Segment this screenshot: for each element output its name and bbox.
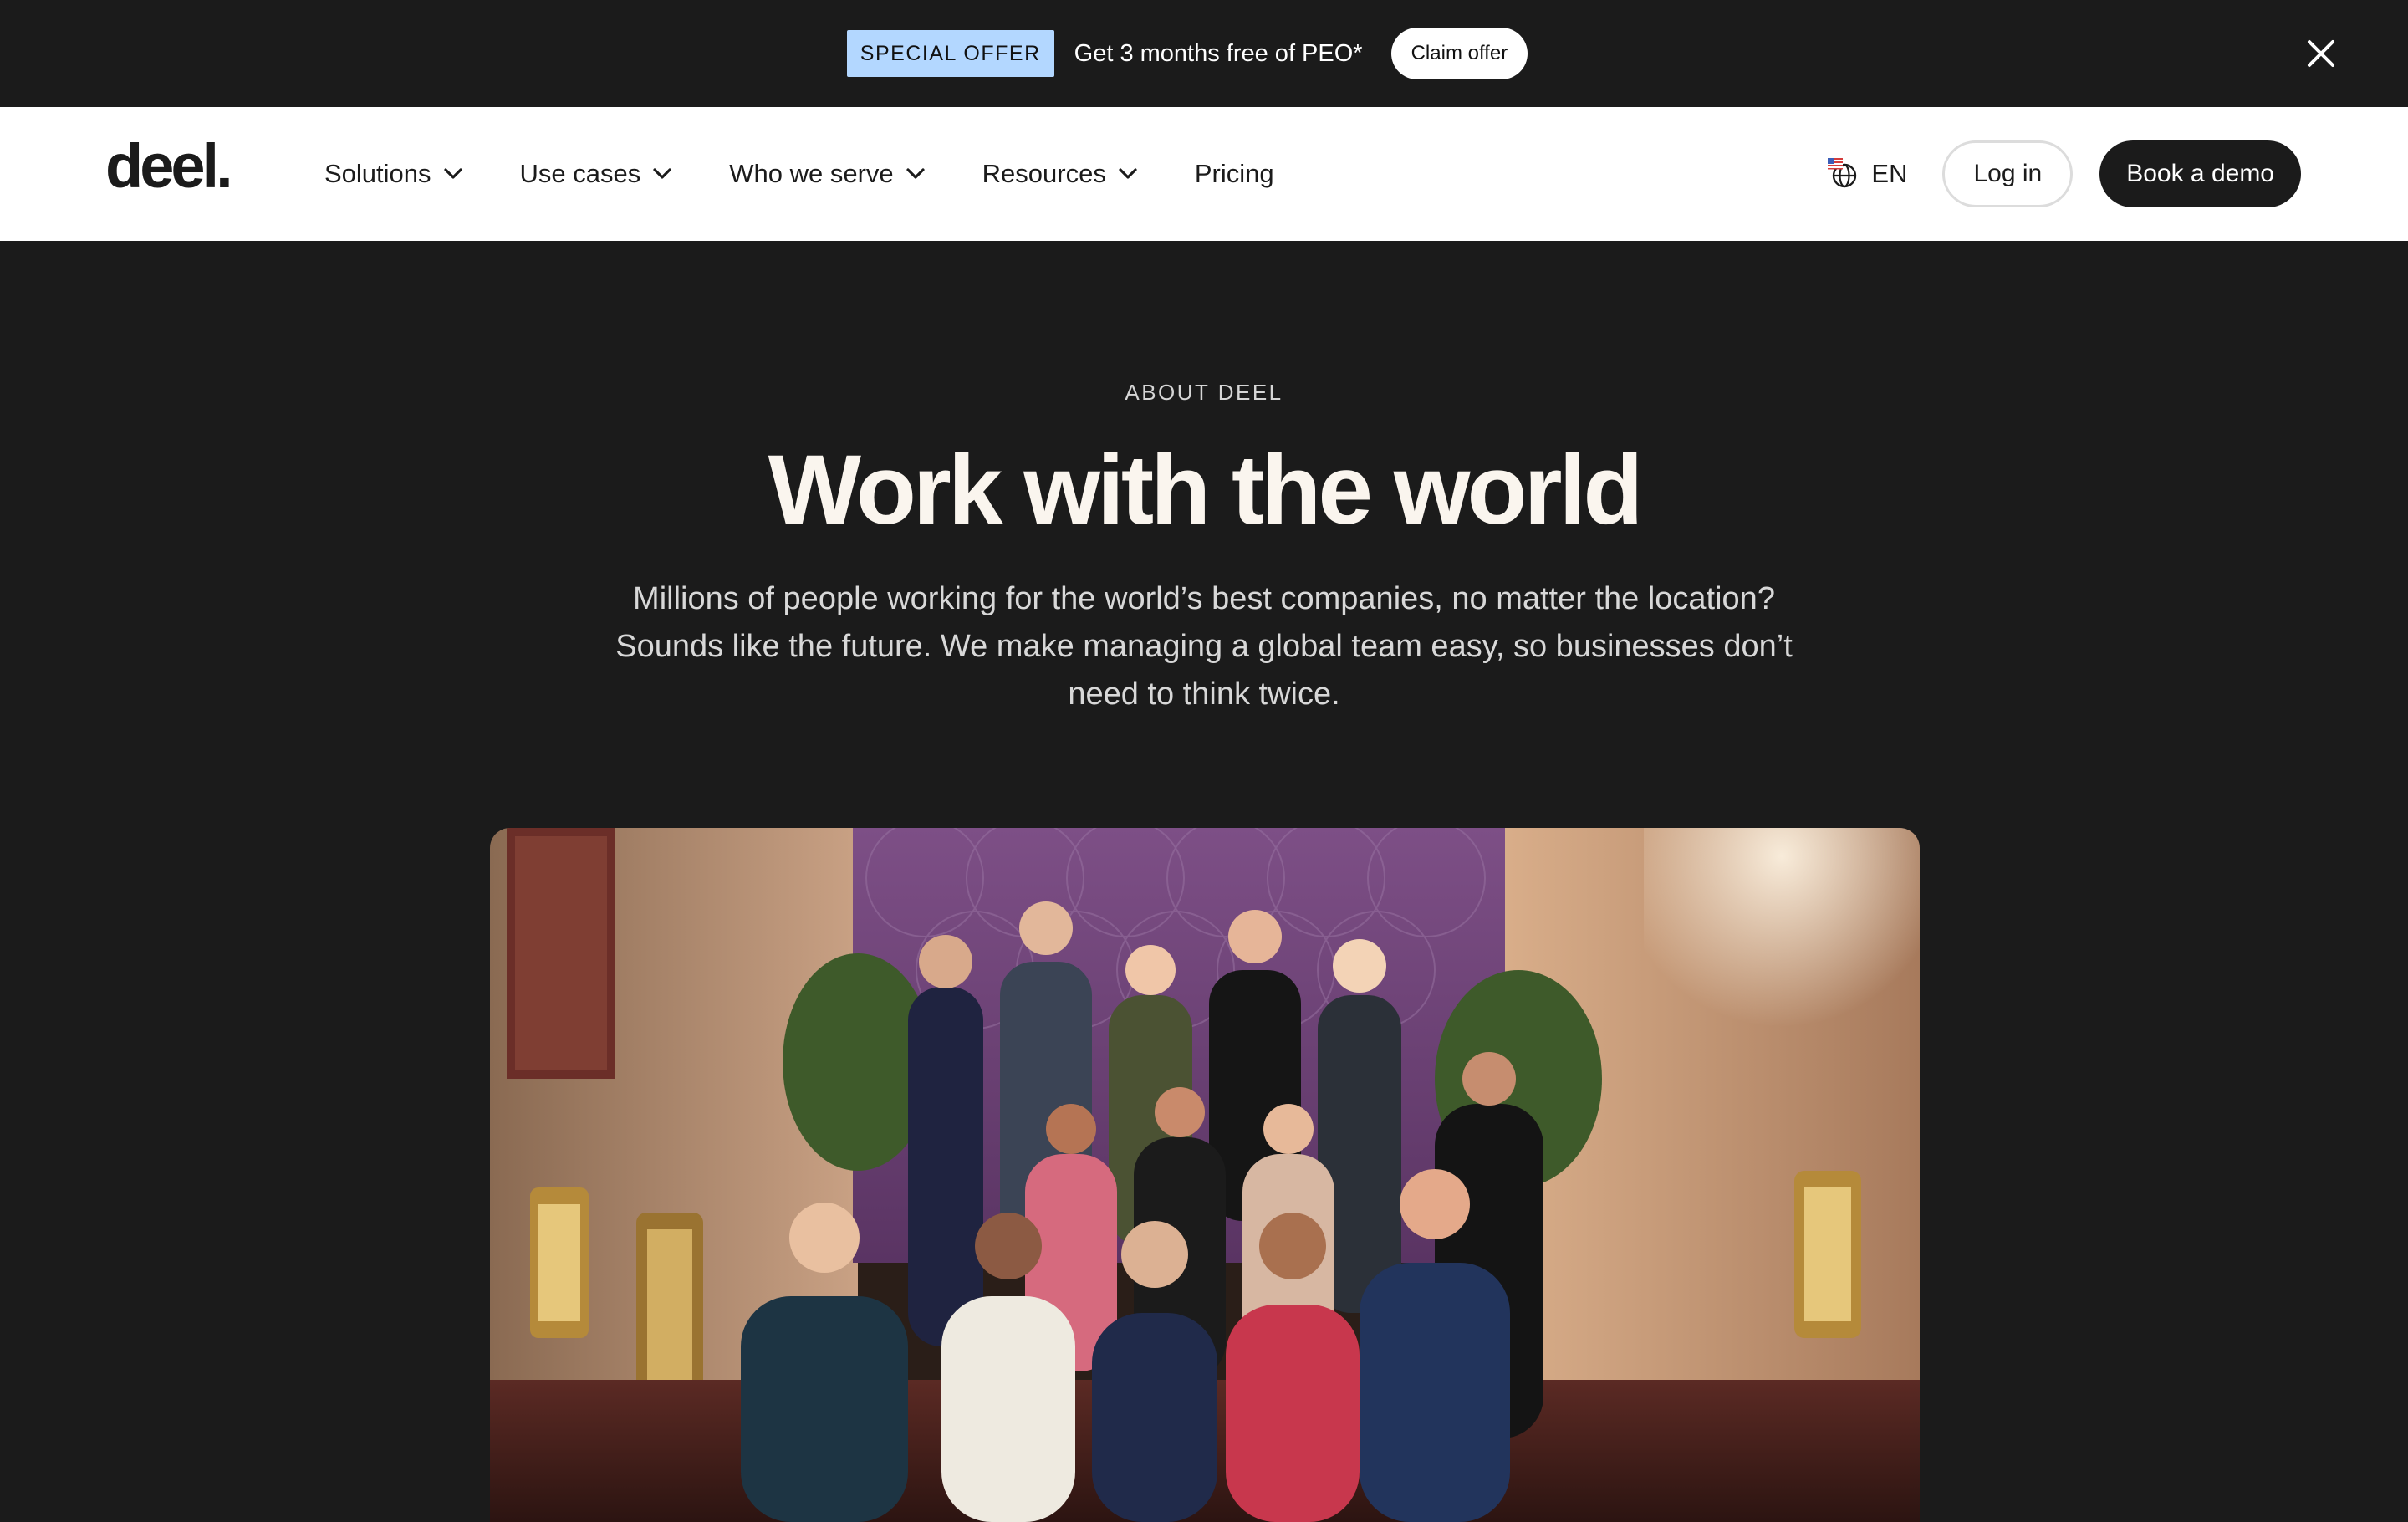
nav-item-label: Pricing <box>1194 159 1274 188</box>
special-offer-badge: SPECIAL OFFER <box>846 30 1054 77</box>
book-demo-button[interactable]: Book a demo <box>2099 140 2301 207</box>
nav-item-pricing[interactable]: Pricing <box>1195 159 1274 189</box>
promo-content: SPECIAL OFFER Get 3 months free of PEO* … <box>846 28 1528 79</box>
nav-item-label: Who we serve <box>729 159 894 188</box>
main-nav: deel. Solutions Use cases Who we serve R… <box>0 107 2408 241</box>
nav-item-label: Solutions <box>324 159 431 188</box>
chevron-down-icon <box>906 167 926 181</box>
promo-text: Get 3 months free of PEO* <box>1074 39 1363 67</box>
log-in-button[interactable]: Log in <box>1942 140 2074 207</box>
deel-logo[interactable]: deel. <box>105 135 233 197</box>
nav-item-label: Use cases <box>519 159 641 188</box>
claim-offer-button[interactable]: Claim offer <box>1390 28 1528 79</box>
hero-subtitle: Millions of people working for the world… <box>615 581 1793 712</box>
promo-banner: SPECIAL OFFER Get 3 months free of PEO* … <box>0 0 2408 107</box>
globe-flag-icon <box>1828 158 1860 190</box>
chevron-down-icon <box>652 167 672 181</box>
nav-actions: EN Log in Book a demo <box>1828 107 2301 241</box>
close-icon[interactable] <box>2304 37 2338 70</box>
language-label: EN <box>1871 159 1908 188</box>
nav-item-use-cases[interactable]: Use cases <box>520 159 673 189</box>
chevron-down-icon <box>1118 167 1138 181</box>
nav-item-resources[interactable]: Resources <box>982 159 1138 189</box>
nav-item-label: Resources <box>982 159 1106 188</box>
chevron-down-icon <box>443 167 463 181</box>
team-photo <box>490 828 1920 1522</box>
nav-links: Solutions Use cases Who we serve Resourc… <box>324 107 1274 241</box>
hero-title: Work with the world <box>768 435 1644 545</box>
nav-item-solutions[interactable]: Solutions <box>324 159 463 189</box>
nav-item-who-we-serve[interactable]: Who we serve <box>729 159 925 189</box>
hero-eyebrow: ABOUT DEEL <box>1125 380 1283 405</box>
language-selector[interactable]: EN <box>1828 158 1907 190</box>
